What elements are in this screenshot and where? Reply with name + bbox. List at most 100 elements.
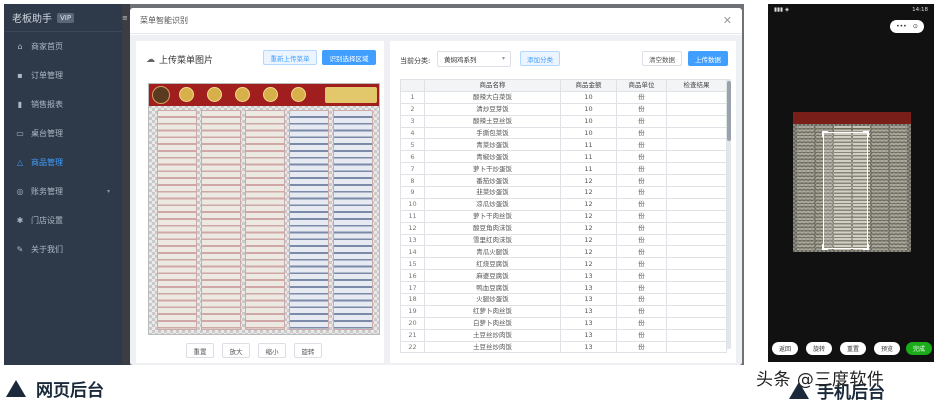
item-price-cell[interactable]: 11 xyxy=(560,150,617,164)
table-row[interactable]: 19 红萝卜肉丝饭 13 份 xyxy=(400,304,727,318)
table-row[interactable]: 10 凉瓜炒蛋饭 12 份 xyxy=(400,197,727,211)
table-row[interactable]: 12 酸豆角肉沫饭 12 份 xyxy=(400,221,727,235)
item-price-cell[interactable]: 12 xyxy=(560,221,617,235)
item-name-cell[interactable]: 红萝卜肉丝饭 xyxy=(424,304,561,318)
back-button[interactable]: 返回 xyxy=(772,342,798,355)
sidebar-item-store-settings[interactable]: ✱ 门店设置 xyxy=(4,206,122,235)
table-row[interactable]: 13 雪里红肉沫饭 12 份 xyxy=(400,233,727,247)
item-price-cell[interactable]: 11 xyxy=(560,138,617,152)
item-name-cell[interactable]: 土豆丝炒肉饭 xyxy=(424,340,561,354)
table-scrollbar[interactable] xyxy=(727,79,731,349)
item-price-cell[interactable]: 12 xyxy=(560,233,617,247)
item-price-cell[interactable]: 10 xyxy=(560,102,617,116)
item-price-cell[interactable]: 10 xyxy=(560,126,617,140)
item-price-cell[interactable]: 13 xyxy=(560,304,617,318)
item-name-cell[interactable]: 手撕包菜饭 xyxy=(424,126,561,140)
item-name-cell[interactable]: 酸辣土豆丝饭 xyxy=(424,114,561,128)
rotate-button[interactable]: 旋转 xyxy=(294,343,322,358)
sidebar-item-accounts[interactable]: ◎ 账务管理 ▾ xyxy=(4,177,122,206)
item-name-cell[interactable]: 酸辣大白菜饭 xyxy=(424,90,561,104)
table-row[interactable]: 16 麻婆豆腐饭 13 份 xyxy=(400,269,727,283)
item-price-cell[interactable]: 10 xyxy=(560,114,617,128)
menu-photo-crop-area[interactable] xyxy=(793,112,911,252)
zoom-out-button[interactable]: 缩小 xyxy=(258,343,286,358)
item-name-cell[interactable]: 清炒豆芽饭 xyxy=(424,102,561,116)
sidebar-item-orders[interactable]: ▪ 订单管理 xyxy=(4,61,122,90)
table-row[interactable]: 14 青瓜火腿饭 12 份 xyxy=(400,245,727,259)
table-row[interactable]: 3 酸辣土豆丝饭 10 份 xyxy=(400,114,727,128)
table-row[interactable]: 22 土豆丝炒肉饭 13 份 xyxy=(400,340,727,354)
table-row[interactable]: 18 火腿炒蛋饭 13 份 xyxy=(400,293,727,306)
more-icon[interactable]: ••• xyxy=(896,23,907,30)
scrollbar-thumb[interactable] xyxy=(727,81,731,141)
item-price-cell[interactable]: 13 xyxy=(560,269,617,283)
crop-handle[interactable] xyxy=(863,131,869,137)
item-price-cell[interactable]: 12 xyxy=(560,197,617,211)
item-name-cell[interactable]: 鸭血豆腐饭 xyxy=(424,281,561,295)
table-row[interactable]: 21 土豆丝炒肉饭 13 份 xyxy=(400,328,727,342)
item-price-cell[interactable]: 12 xyxy=(560,257,617,271)
reupload-menu-button[interactable]: 重新上传菜单 xyxy=(263,50,317,65)
crop-handle[interactable] xyxy=(822,131,828,137)
item-name-cell[interactable]: 凉瓜炒蛋饭 xyxy=(424,197,561,211)
sidebar-item-goods[interactable]: △ 商品管理 xyxy=(4,148,122,177)
item-name-cell[interactable]: 麻婆豆腐饭 xyxy=(424,269,561,283)
table-row[interactable]: 1 酸辣大白菜饭 10 份 xyxy=(400,90,727,104)
menu-image-preview[interactable] xyxy=(148,83,380,335)
reset-button[interactable]: 重置 xyxy=(840,342,866,355)
item-name-cell[interactable]: 青菜炒蛋饭 xyxy=(424,138,561,152)
mini-program-capsule[interactable]: ••• ⊙ xyxy=(890,20,924,33)
reset-button[interactable]: 重置 xyxy=(186,343,214,358)
item-name-cell[interactable]: 酸豆角肉沫饭 xyxy=(424,221,561,235)
item-name-cell[interactable]: 萝卜干炒蛋饭 xyxy=(424,162,561,176)
item-price-cell[interactable]: 12 xyxy=(560,186,617,199)
item-name-cell[interactable]: 雪里红肉沫饭 xyxy=(424,233,561,247)
table-row[interactable]: 17 鸭血豆腐饭 13 份 xyxy=(400,281,727,295)
table-row[interactable]: 11 萝卜干肉丝饭 12 份 xyxy=(400,209,727,223)
item-price-cell[interactable]: 12 xyxy=(560,174,617,188)
item-price-cell[interactable]: 13 xyxy=(560,293,617,306)
item-price-cell[interactable]: 12 xyxy=(560,245,617,259)
item-name-cell[interactable]: 土豆丝炒肉饭 xyxy=(424,328,561,342)
clear-data-button[interactable]: 清空数据 xyxy=(642,51,682,66)
hamburger-icon[interactable]: ≡ xyxy=(122,14,129,22)
table-row[interactable]: 8 番茄炒蛋饭 12 份 xyxy=(400,174,727,188)
item-price-cell[interactable]: 11 xyxy=(560,162,617,176)
done-button[interactable]: 完成 xyxy=(906,342,932,355)
crop-selection-box[interactable] xyxy=(822,131,869,250)
rotate-button[interactable]: 旋转 xyxy=(806,342,832,355)
table-row[interactable]: 6 青椒炒蛋饭 11 份 xyxy=(400,150,727,164)
upload-data-button[interactable]: 上传数据 xyxy=(688,51,728,66)
item-name-cell[interactable]: 青瓜火腿饭 xyxy=(424,245,561,259)
item-name-cell[interactable]: 青椒炒蛋饭 xyxy=(424,150,561,164)
sidebar-item-about[interactable]: ✎ 关于我们 xyxy=(4,235,122,264)
close-circle-icon[interactable]: ⊙ xyxy=(913,23,918,30)
close-icon[interactable]: ✕ xyxy=(723,14,732,27)
item-name-cell[interactable]: 红烧豆腐饭 xyxy=(424,257,561,271)
category-select[interactable]: 黄焖鸡系列 ▾ xyxy=(437,51,511,67)
sidebar-item-tables[interactable]: ▭ 桌台管理 xyxy=(4,119,122,148)
table-row[interactable]: 2 清炒豆芽饭 10 份 xyxy=(400,102,727,116)
preview-button[interactable]: 预览 xyxy=(874,342,900,355)
item-name-cell[interactable]: 火腿炒蛋饭 xyxy=(424,293,561,306)
zoom-in-button[interactable]: 放大 xyxy=(222,343,250,358)
table-row[interactable]: 5 青菜炒蛋饭 11 份 xyxy=(400,138,727,152)
table-row[interactable]: 9 韭菜炒蛋饭 12 份 xyxy=(400,186,727,199)
table-row[interactable]: 7 萝卜干炒蛋饭 11 份 xyxy=(400,162,727,176)
crop-handle[interactable] xyxy=(863,244,869,250)
item-name-cell[interactable]: 番茄炒蛋饭 xyxy=(424,174,561,188)
item-name-cell[interactable]: 白萝卜肉丝饭 xyxy=(424,316,561,330)
item-price-cell[interactable]: 13 xyxy=(560,340,617,354)
recognize-region-button[interactable]: 识别选择区域 xyxy=(322,50,376,65)
table-row[interactable]: 20 白萝卜肉丝饭 13 份 xyxy=(400,316,727,330)
table-row[interactable]: 15 红烧豆腐饭 12 份 xyxy=(400,257,727,271)
item-price-cell[interactable]: 12 xyxy=(560,209,617,223)
item-name-cell[interactable]: 韭菜炒蛋饭 xyxy=(424,186,561,199)
table-row[interactable]: 4 手撕包菜饭 10 份 xyxy=(400,126,727,140)
sidebar-item-sales-report[interactable]: ▮ 销售报表 xyxy=(4,90,122,119)
item-price-cell[interactable]: 13 xyxy=(560,281,617,295)
crop-handle[interactable] xyxy=(822,244,828,250)
item-name-cell[interactable]: 萝卜干肉丝饭 xyxy=(424,209,561,223)
item-price-cell[interactable]: 13 xyxy=(560,316,617,330)
add-category-button[interactable]: 添加分类 xyxy=(520,51,560,66)
